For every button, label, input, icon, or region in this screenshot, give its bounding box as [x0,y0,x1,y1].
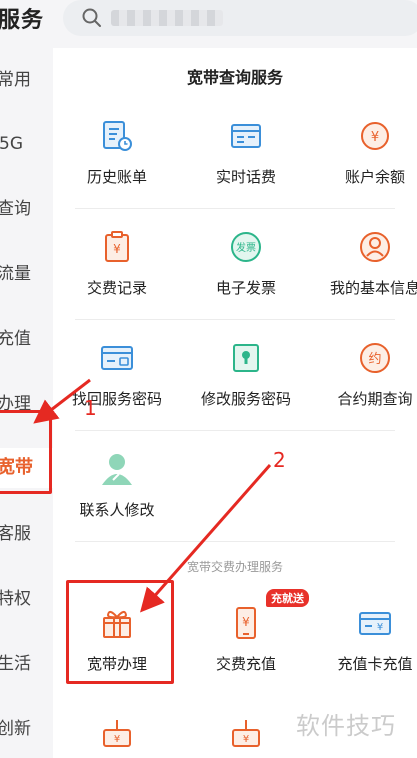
svg-text:约: 约 [368,352,381,367]
annotation-highlight-box [66,580,174,684]
divider [75,208,395,209]
service-label: 电子发票 [215,279,276,297]
service-label: 修改服务密码 [200,390,291,408]
realtime-fee-icon [231,124,261,148]
svg-text:发票: 发票 [236,241,256,254]
sidebar-item-life[interactable]: 生活 [0,644,53,684]
contract-icon: 约 [360,343,390,373]
payment-record-icon: ¥ [105,231,129,262]
search-text-redacted [111,10,223,26]
svg-text:¥: ¥ [371,130,379,145]
sidebar-item-query[interactable]: 查询 [0,189,53,229]
annotation-step-1: 1 [84,396,97,420]
service-pay-recharge[interactable]: ¥ 交费充值 [186,605,306,674]
e-invoice-icon: 发票 [231,232,261,262]
service-label: 我的基本信息 [329,279,417,297]
service-balance[interactable]: ¥ 账户余额 [315,118,417,187]
service-realtime-fee[interactable]: 实时话费 [186,118,306,187]
sidebar-item-privilege[interactable]: 特权 [0,579,53,619]
service-label: 账户余额 [344,168,405,186]
watermark: 软件技巧 [296,712,396,740]
service-label: 合约期查询 [337,390,413,408]
service-label: 实时话费 [215,168,276,186]
header: 服务 [0,0,417,48]
divider [75,541,395,542]
service-label: 交费充值 [215,655,276,673]
phone-recharge-icon: ¥ [236,607,256,639]
service-card-recharge[interactable]: ¥ 充值卡充值 [315,605,417,674]
service-contact-edit[interactable]: 联系人修改 [57,451,177,520]
service-label: 找回服务密码 [71,390,162,408]
service-history-bill[interactable]: 历史账单 [57,118,177,187]
section-title-payment: 宽带交费办理服务 [186,560,283,574]
page-title: 服务 [0,8,45,33]
divider [75,319,395,320]
service-label: 交费记录 [86,279,147,297]
router-icon: ¥ [232,720,260,747]
annotation-highlight-box [0,410,52,494]
sidebar-item-recharge[interactable]: 充值 [0,319,53,359]
balance-icon: ¥ [361,122,389,150]
bill-history-icon [103,121,132,151]
svg-text:¥: ¥ [114,734,120,745]
sidebar-item-common[interactable]: 常用 [0,60,53,100]
profile-icon [360,232,390,262]
annotation-step-2: 2 [273,448,286,472]
section-title-query: 宽带查询服务 [186,68,283,87]
search-input[interactable] [63,0,417,36]
service-partial-2[interactable]: ¥ [186,716,306,752]
svg-text:¥: ¥ [243,734,249,745]
service-recover-password[interactable]: 找回服务密码 [57,340,177,409]
service-label: 联系人修改 [79,501,155,519]
service-basic-info[interactable]: 我的基本信息 [315,229,417,298]
service-change-password[interactable]: 修改服务密码 [186,340,306,409]
promo-badge: 充就送 [266,589,309,607]
recharge-card-icon: ¥ [359,612,391,635]
router-icon: ¥ [103,720,131,747]
service-label: 充值卡充值 [337,655,413,673]
sidebar-item-5g[interactable]: 5G [0,124,53,164]
sidebar-item-data[interactable]: 流量 [0,254,53,294]
sidebar-item-innovation[interactable]: 创新 [0,709,53,749]
divider [75,430,395,431]
recover-password-icon [101,346,133,370]
sidebar: 常用 5G 查询 流量 充值 办理 宽带 客服 特权 生活 创新 [0,48,53,758]
svg-text:¥: ¥ [242,615,250,629]
service-contract-query[interactable]: 约 合约期查询 [315,340,417,409]
search-icon [82,8,101,27]
svg-text:¥: ¥ [113,242,121,256]
service-label: 历史账单 [86,168,147,186]
change-password-icon [233,344,259,372]
sidebar-item-service[interactable]: 客服 [0,514,53,554]
svg-text:¥: ¥ [377,622,383,633]
contact-edit-icon [102,454,132,485]
service-payment-record[interactable]: ¥ 交费记录 [57,229,177,298]
service-e-invoice[interactable]: 发票 电子发票 [186,229,306,298]
service-partial-1[interactable]: ¥ [57,716,177,752]
